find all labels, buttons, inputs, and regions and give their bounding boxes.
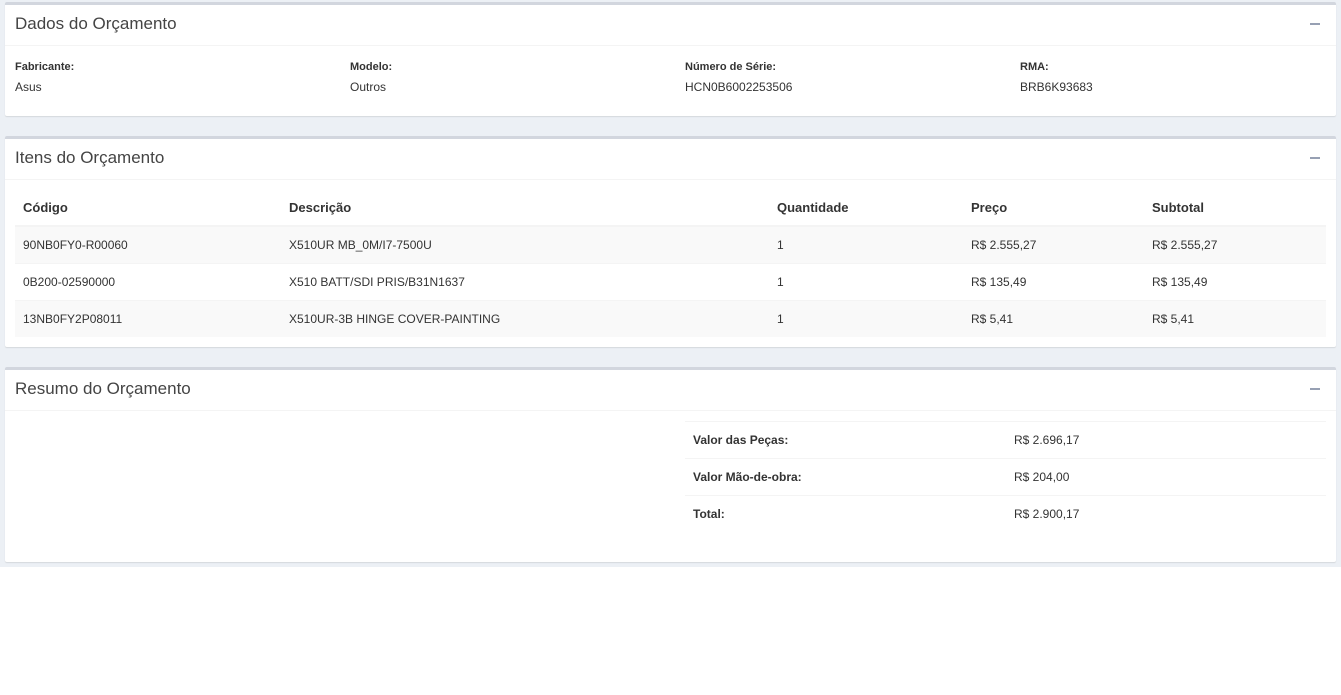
field-label: Número de Série: <box>685 61 777 73</box>
summary-label: Valor Mão-de-obra: <box>685 458 1006 496</box>
field-label: Fabricante: <box>15 61 75 73</box>
box-body: Valor das Peças: R$ 2.696,17 Valor Mão-d… <box>5 411 1336 562</box>
field-value: HCN0B6002253506 <box>685 80 793 94</box>
cell-preco: R$ 5,41 <box>963 299 1144 337</box>
cell-quantidade: 1 <box>769 262 963 300</box>
field-value: BRB6K93683 <box>1020 80 1093 94</box>
summary-label: Total: <box>685 495 1006 533</box>
minus-icon <box>1310 23 1320 25</box>
box-title: Dados do Orçamento <box>15 14 177 33</box>
field-modelo: Modelo: Outros <box>350 60 392 94</box>
field-fabricante: Fabricante: Asus <box>15 60 74 94</box>
table-row: 0B200-02590000 X510 BATT/SDI PRIS/B31N16… <box>15 262 1326 300</box>
itens-table: Código Descrição Quantidade Preço Subtot… <box>15 190 1326 337</box>
cell-subtotal: R$ 2.555,27 <box>1144 225 1326 263</box>
cell-preco: R$ 135,49 <box>963 262 1144 300</box>
field-value: Asus <box>15 80 42 94</box>
box-header: Itens do Orçamento <box>5 139 1336 180</box>
minus-icon <box>1310 157 1320 159</box>
summary-row: Total: R$ 2.900,17 <box>685 495 1326 533</box>
field-value: Outros <box>350 80 387 94</box>
column-header-quantidade: Quantidade <box>769 190 963 227</box>
itens-orcamento-box: Itens do Orçamento Código Descrição Quan… <box>5 136 1336 347</box>
content-area: Dados do Orçamento Fabricante: Asus Mode… <box>0 0 1341 567</box>
summary-value: R$ 2.696,17 <box>1006 421 1326 459</box>
cell-codigo: 0B200-02590000 <box>15 262 281 300</box>
summary-value: R$ 2.900,17 <box>1006 495 1326 533</box>
summary-row: Valor Mão-de-obra: R$ 204,00 <box>685 458 1326 496</box>
minus-icon <box>1310 388 1320 390</box>
summary-row: Valor das Peças: R$ 2.696,17 <box>685 421 1326 459</box>
box-header: Dados do Orçamento <box>5 5 1336 46</box>
cell-subtotal: R$ 135,49 <box>1144 262 1326 300</box>
field-rma: RMA: BRB6K93683 <box>1020 60 1093 94</box>
field-numero-serie: Número de Série: HCN0B6002253506 <box>685 60 792 94</box>
cell-preco: R$ 2.555,27 <box>963 225 1144 263</box>
cell-codigo: 13NB0FY2P08011 <box>15 299 281 337</box>
collapse-button[interactable] <box>1309 381 1321 395</box>
resumo-orcamento-box: Resumo do Orçamento Valor das Peças: R$ … <box>5 367 1336 562</box>
cell-quantidade: 1 <box>769 299 963 337</box>
column-header-subtotal: Subtotal <box>1144 190 1326 227</box>
column-header-descricao: Descrição <box>281 190 769 227</box>
cell-quantidade: 1 <box>769 225 963 263</box>
cell-descricao: X510UR-3B HINGE COVER-PAINTING <box>281 299 769 337</box>
box-body: Código Descrição Quantidade Preço Subtot… <box>5 180 1336 347</box>
box-header: Resumo do Orçamento <box>5 370 1336 411</box>
resumo-table: Valor das Peças: R$ 2.696,17 Valor Mão-d… <box>685 421 1326 533</box>
cell-codigo: 90NB0FY0-R00060 <box>15 225 281 263</box>
box-title: Resumo do Orçamento <box>15 379 191 398</box>
summary-label: Valor das Peças: <box>685 421 1006 459</box>
collapse-button[interactable] <box>1309 150 1321 164</box>
summary-value: R$ 204,00 <box>1006 458 1326 496</box>
table-header-row: Código Descrição Quantidade Preço Subtot… <box>15 190 1326 227</box>
cell-subtotal: R$ 5,41 <box>1144 299 1326 337</box>
column-header-preco: Preço <box>963 190 1144 227</box>
field-label: Modelo: <box>350 61 393 73</box>
collapse-button[interactable] <box>1309 16 1321 30</box>
box-title: Itens do Orçamento <box>15 148 165 167</box>
table-row: 13NB0FY2P08011 X510UR-3B HINGE COVER-PAI… <box>15 299 1326 337</box>
cell-descricao: X510 BATT/SDI PRIS/B31N1637 <box>281 262 769 300</box>
column-header-codigo: Código <box>15 190 281 227</box>
box-body: Fabricante: Asus Modelo: Outros Número d… <box>5 46 1336 116</box>
cell-descricao: X510UR MB_0M/I7-7500U <box>281 225 769 263</box>
field-label: RMA: <box>1020 61 1049 73</box>
dados-orcamento-box: Dados do Orçamento Fabricante: Asus Mode… <box>5 2 1336 116</box>
table-row: 90NB0FY0-R00060 X510UR MB_0M/I7-7500U 1 … <box>15 225 1326 263</box>
